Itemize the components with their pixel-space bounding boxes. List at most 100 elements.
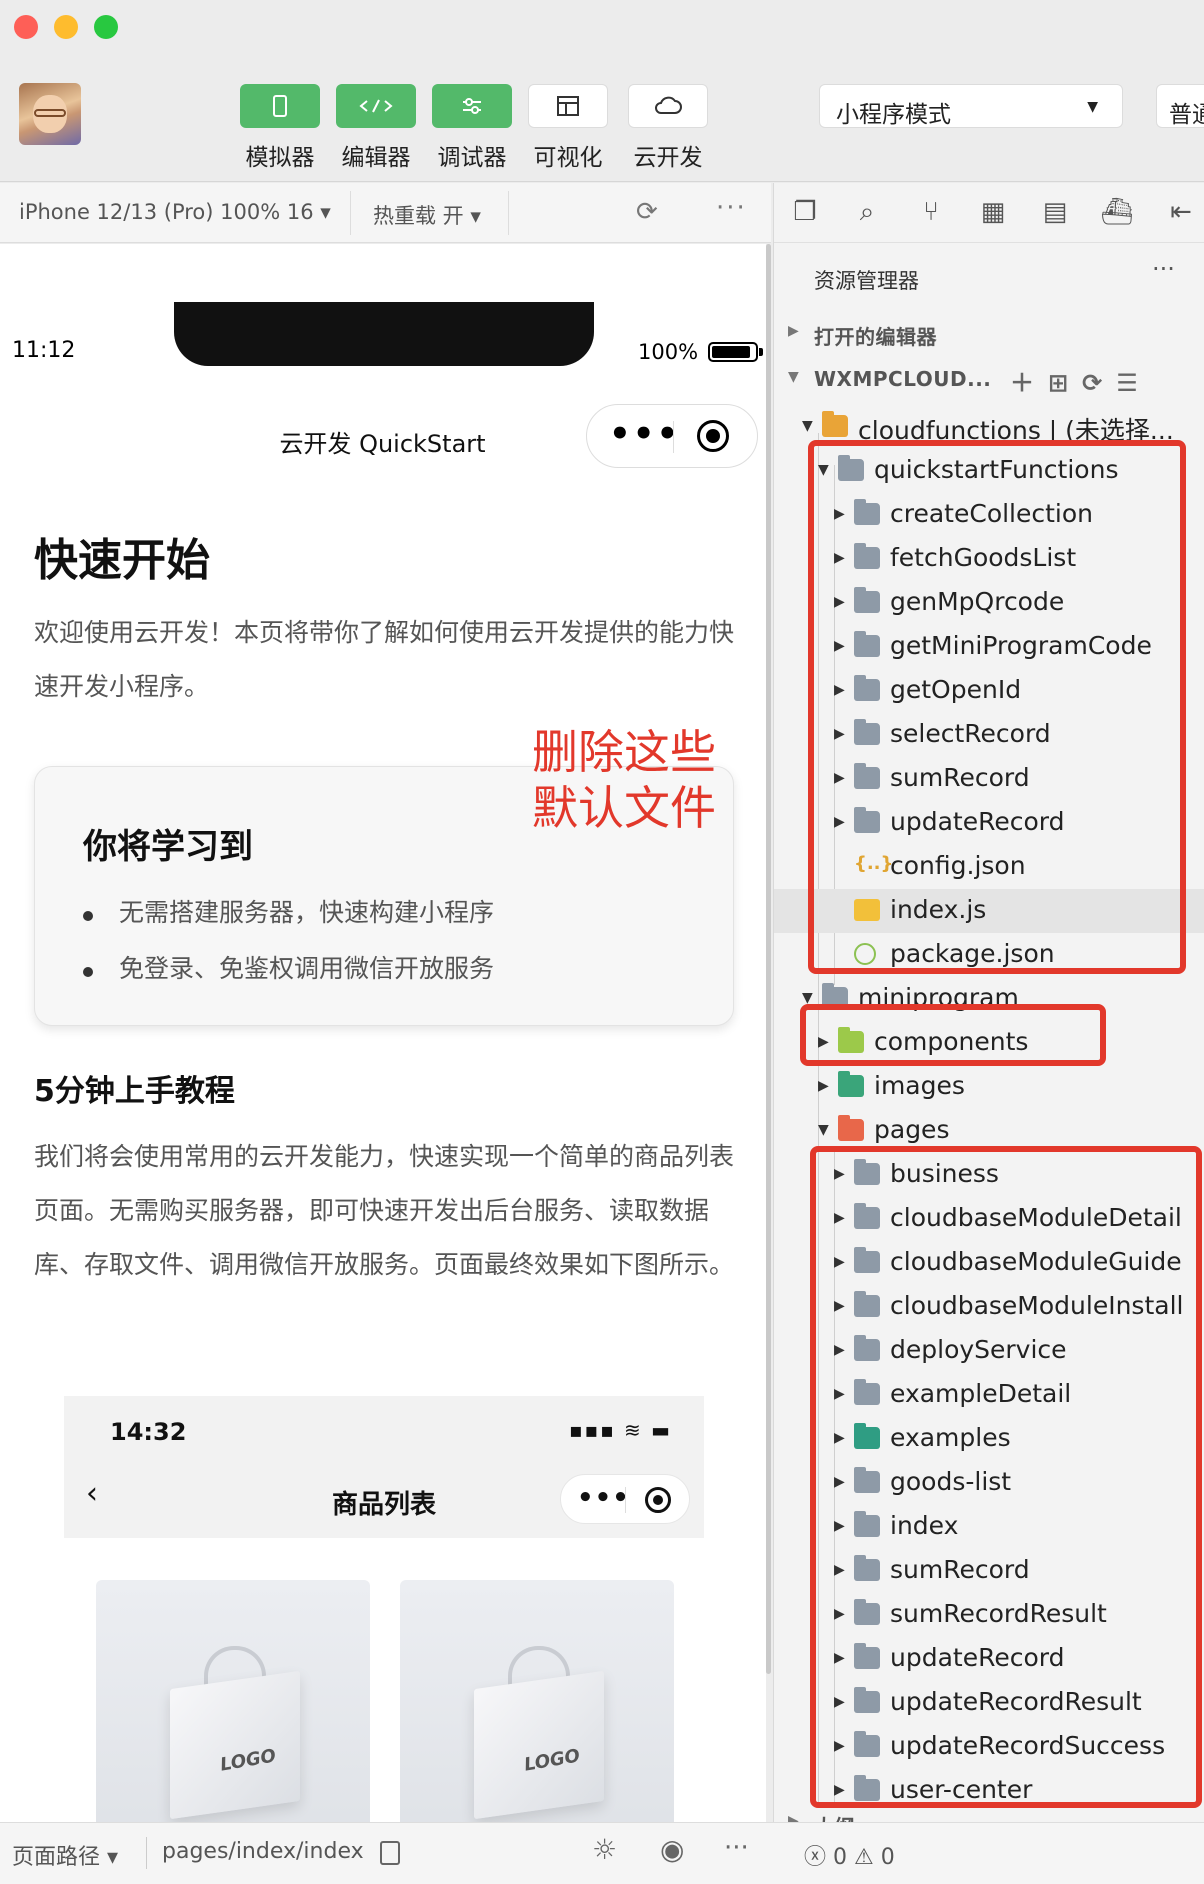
code-icon <box>336 84 416 128</box>
debugger-toggle[interactable]: 调试器 <box>432 84 512 180</box>
editor-label: 编辑器 <box>341 145 411 171</box>
chevron-down-icon[interactable]: ▼ <box>802 418 813 434</box>
copy-icon[interactable] <box>380 1841 400 1865</box>
folder-icon <box>838 1115 864 1141</box>
preview-capsule: ••• <box>560 1474 690 1524</box>
refresh-icon[interactable]: ⟳ <box>1082 369 1116 397</box>
compile-mode-value: 普通 <box>1169 102 1204 128</box>
open-editors-label: 打开的编辑器 <box>814 325 937 349</box>
debugger-label: 调试器 <box>437 145 507 171</box>
toolbar: 模拟器 编辑器 调试器 可视化 云开发 小程序模式 ▼ 普 <box>0 0 1204 182</box>
workspace-actions: ＋⊞⟳☰ <box>1010 363 1152 398</box>
divider <box>146 1837 147 1869</box>
open-editors-section[interactable]: ▶ 打开的编辑器 <box>774 311 1204 355</box>
bug-icon[interactable]: ☼ <box>592 1833 617 1866</box>
more-dots-icon: ••• <box>577 1483 630 1513</box>
tutorial-title: 5分钟上手教程 <box>34 1074 235 1109</box>
battery-icon <box>708 342 758 362</box>
annotation-box-cloudfunctions <box>808 440 1186 974</box>
phone-notch <box>174 302 594 366</box>
cloud-dev-label: 云开发 <box>633 145 703 171</box>
learn-title: 你将学习到 <box>83 827 253 867</box>
signal-wifi-battery-icon: ▪▪▪ ≋ ▬ <box>569 1418 673 1442</box>
minimize-window-button[interactable] <box>54 15 78 39</box>
activity-bar: ❐ ⌕ ⑂ ▦ ▤ ⛴ ⇤ <box>774 183 1204 243</box>
search-icon[interactable]: ⌕ <box>850 195 884 229</box>
status-time: 11:12 <box>12 338 76 363</box>
workspace-section[interactable]: ▼ WXMPCLOUD... ＋⊞⟳☰ <box>774 357 1204 401</box>
tree-folder-row[interactable]: ▶ images <box>774 1065 1204 1109</box>
eye-icon[interactable]: ◉ <box>660 1833 684 1866</box>
extensions-icon[interactable]: ▦ <box>976 195 1010 229</box>
chevron-right-icon: ▶ <box>788 1813 799 1822</box>
cloud-dev-button[interactable]: 云开发 <box>628 84 708 180</box>
mode-select[interactable]: 小程序模式 ▼ <box>819 84 1123 128</box>
product-card: LOGO <box>400 1580 674 1822</box>
capsule-divider <box>625 1487 626 1513</box>
visual-toggle[interactable]: 可视化 <box>528 84 608 180</box>
capsule-divider <box>673 421 674 453</box>
sliders-icon <box>432 84 512 128</box>
devtools-window: 模拟器 编辑器 调试器 可视化 云开发 小程序模式 ▼ 普 iPhone 12/… <box>0 0 1204 1884</box>
chevron-down-icon[interactable]: ▼ <box>818 1122 829 1138</box>
refresh-icon[interactable]: ⟳ <box>636 197 658 227</box>
preview-image: 14:32 ▪▪▪ ≋ ▬ ‹ 商品列表 ••• LOGO LOGO <box>64 1396 704 1822</box>
page-path-select[interactable]: 页面路径 ▾ <box>12 1839 118 1871</box>
simulator-header: iPhone 12/13 (Pro) 100% 16 ▾ 热重载 开 ▾ ⟳ ·… <box>0 183 771 243</box>
layout-icon <box>528 84 608 128</box>
simulator-scrollbar[interactable] <box>766 244 771 1674</box>
divider <box>350 191 351 235</box>
tutorial-text: 我们将会使用常用的云开发能力，快速实现一个简单的商品列表页面。无需购买服务器，即… <box>34 1142 735 1279</box>
collapse-all-icon[interactable]: ☰ <box>1116 369 1152 397</box>
simulator-toggle[interactable]: 模拟器 <box>240 84 320 180</box>
list-item: 免登录、免鉴权调用微信开放服务 <box>83 941 494 997</box>
battery-nub <box>759 348 763 356</box>
preview-time: 14:32 <box>110 1418 187 1446</box>
shopping-bag-image <box>474 1670 604 1820</box>
compile-mode-select[interactable]: 普通 <box>1156 84 1204 128</box>
close-window-button[interactable] <box>14 15 38 39</box>
annotation-box-components <box>800 1004 1106 1066</box>
intro-text: 欢迎使用云开发！本页将带你了解如何使用云开发提供的能力快速开发小程序。 <box>34 618 735 701</box>
files-icon[interactable]: ❐ <box>788 195 822 229</box>
cloud-icon <box>628 84 708 128</box>
new-file-icon[interactable]: ＋ <box>1010 369 1048 397</box>
tree-item-label: images <box>874 1071 965 1100</box>
folder-icon <box>838 1071 864 1097</box>
preview-header: 14:32 ▪▪▪ ≋ ▬ ‹ 商品列表 ••• <box>64 1396 704 1538</box>
collapse-panel-icon[interactable]: ⇤ <box>1164 195 1198 229</box>
editor-toggle[interactable]: 编辑器 <box>336 84 416 180</box>
product-card: LOGO <box>96 1580 370 1822</box>
new-folder-icon[interactable]: ⊞ <box>1048 369 1082 397</box>
chevron-right-icon[interactable]: ▶ <box>818 1078 829 1094</box>
avatar[interactable] <box>19 83 81 145</box>
chevron-down-icon: ▼ <box>788 369 799 385</box>
zoom-window-button[interactable] <box>94 15 118 39</box>
annotation-box-pages <box>810 1146 1202 1808</box>
list-item: 无需搭建服务器，快速构建小程序 <box>83 885 494 941</box>
more-icon[interactable]: ··· <box>1152 255 1175 283</box>
simulator-label: 模拟器 <box>245 145 315 171</box>
source-control-icon[interactable]: ⑂ <box>914 195 948 229</box>
annotation-note: 删除这些 默认文件 <box>532 725 716 835</box>
avatar-glasses <box>34 109 66 117</box>
more-icon[interactable]: ··· <box>716 193 747 223</box>
more-icon[interactable]: ··· <box>724 1833 749 1863</box>
problems-count[interactable]: ⓧ 0 ⚠ 0 <box>804 1839 895 1871</box>
page-path: pages/index/index <box>162 1839 364 1864</box>
storage-icon[interactable]: ▤ <box>1038 195 1072 229</box>
simulator-screen: 11:12 100% 云开发 QuickStart ••• 快速开始 欢迎使用云… <box>0 244 766 1822</box>
hot-reload-select[interactable]: 热重载 开 ▾ <box>373 200 481 230</box>
status-bar: 页面路径 ▾ pages/index/index ☼ ◉ ··· ⓧ 0 ⚠ 0 <box>0 1822 1204 1884</box>
page-heading: 快速开始 <box>34 535 210 586</box>
learn-list: 无需搭建服务器，快速构建小程序 免登录、免鉴权调用微信开放服务 <box>83 885 494 997</box>
explorer-title: 资源管理器 <box>814 269 919 293</box>
device-select[interactable]: iPhone 12/13 (Pro) 100% 16 ▾ <box>19 200 331 224</box>
more-dots-icon[interactable]: ••• <box>609 417 680 451</box>
docker-icon[interactable]: ⛴ <box>1100 195 1134 229</box>
shopping-bag-image <box>170 1670 300 1820</box>
mode-select-value: 小程序模式 <box>836 102 951 128</box>
miniprogram-capsule: ••• <box>586 404 758 468</box>
close-target-icon <box>645 1487 671 1513</box>
close-target-icon[interactable] <box>697 420 729 452</box>
